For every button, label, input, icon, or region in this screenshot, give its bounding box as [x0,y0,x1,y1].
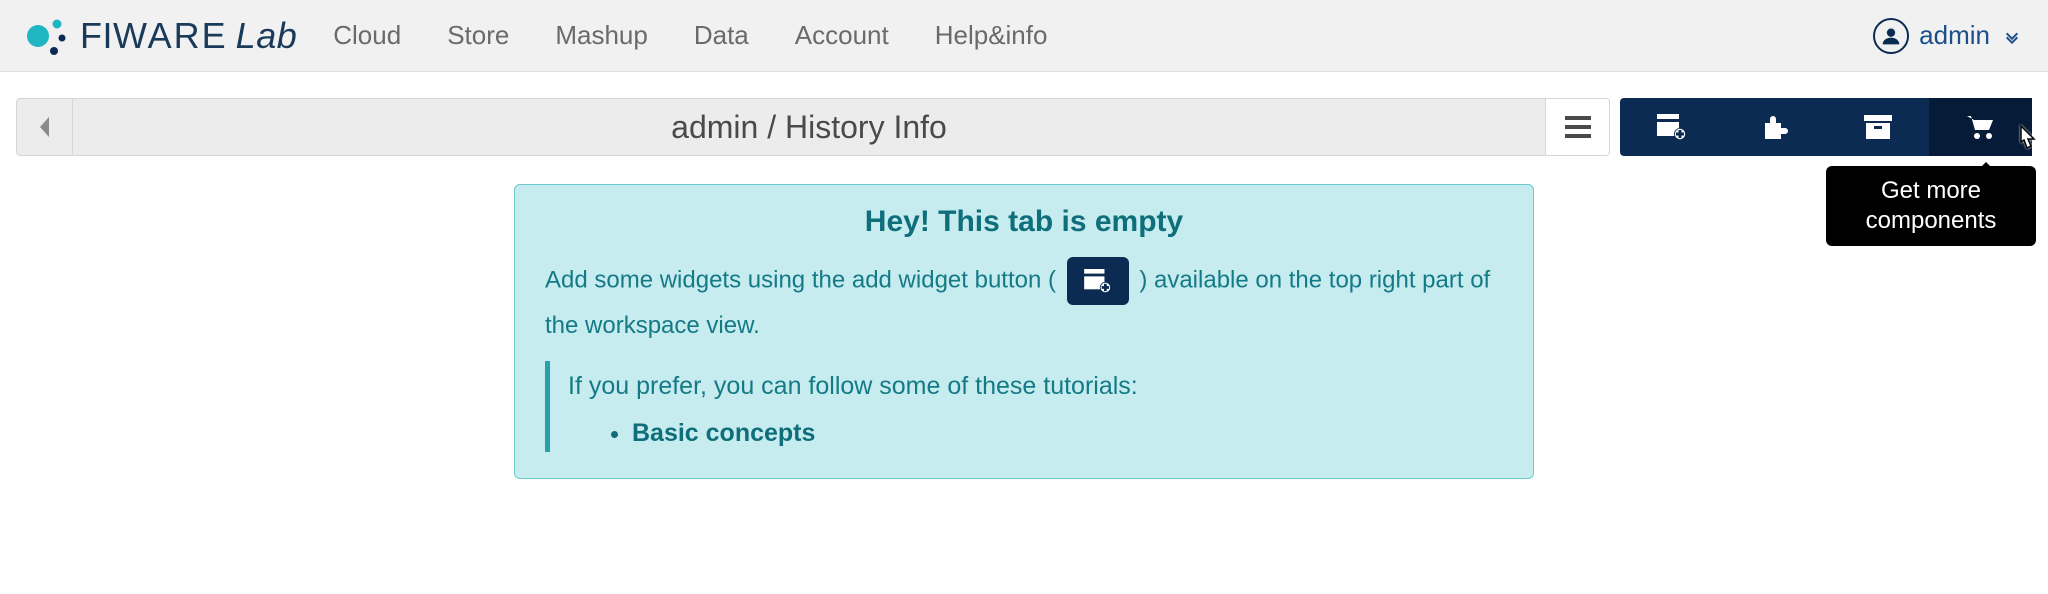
add-widget-button[interactable] [1620,98,1723,156]
archive-icon [1864,115,1892,139]
workspace-title-label: admin / History Info [671,109,947,146]
brand-logo[interactable]: FIWARELab [24,13,297,59]
workspace-bar: admin / History Info [16,98,2032,156]
workspace-action-bar: Get more components [1620,98,2032,156]
empty-tab-heading: Hey! This tab is empty [545,205,1503,239]
nav-store[interactable]: Store [447,20,509,51]
add-widget-icon [1657,114,1687,140]
add-widget-inline-icon [1067,257,1129,305]
back-button[interactable] [16,98,72,156]
marketplace-tooltip: Get more components [1826,166,2036,246]
workspace-title[interactable]: admin / History Info [72,98,1546,156]
tutorial-link-basic-concepts[interactable]: Basic concepts [632,419,1503,448]
nav-data[interactable]: Data [694,20,749,51]
user-menu[interactable]: admin [1873,18,2020,54]
fiware-dots-icon [24,13,70,59]
nav-mashup[interactable]: Mashup [555,20,648,51]
tutorials-intro: If you prefer, you can follow some of th… [568,365,1503,409]
tooltip-label: Get more components [1866,177,1997,234]
tutorials-block: If you prefer, you can follow some of th… [545,361,1503,452]
marketplace-button[interactable] [1929,98,2032,156]
empty-tab-body: Add some widgets using the add widget bu… [545,257,1503,347]
empty-tab-body-before: Add some widgets using the add widget bu… [545,266,1063,293]
cart-icon [1966,114,1996,140]
brand-text: FIWARELab [80,15,297,57]
nav-cloud[interactable]: Cloud [333,20,401,51]
wiring-button[interactable] [1723,98,1826,156]
hamburger-icon [1565,116,1591,138]
chevron-down-icon [2004,28,2020,44]
my-resources-button[interactable] [1826,98,1929,156]
tutorials-list: Basic concepts [632,419,1503,448]
workspace-menu-button[interactable] [1546,98,1610,156]
top-nav: FIWARELab Cloud Store Mashup Data Accoun… [0,0,2048,72]
nav-helpinfo[interactable]: Help&info [935,20,1048,51]
top-nav-items: Cloud Store Mashup Data Account Help&inf… [333,20,1047,51]
user-name-label: admin [1919,20,1990,51]
user-avatar-icon [1873,18,1909,54]
nav-account[interactable]: Account [795,20,889,51]
pointer-cursor-icon [2012,124,2040,156]
puzzle-icon [1761,113,1789,141]
empty-tab-alert: Hey! This tab is empty Add some widgets … [514,184,1534,479]
